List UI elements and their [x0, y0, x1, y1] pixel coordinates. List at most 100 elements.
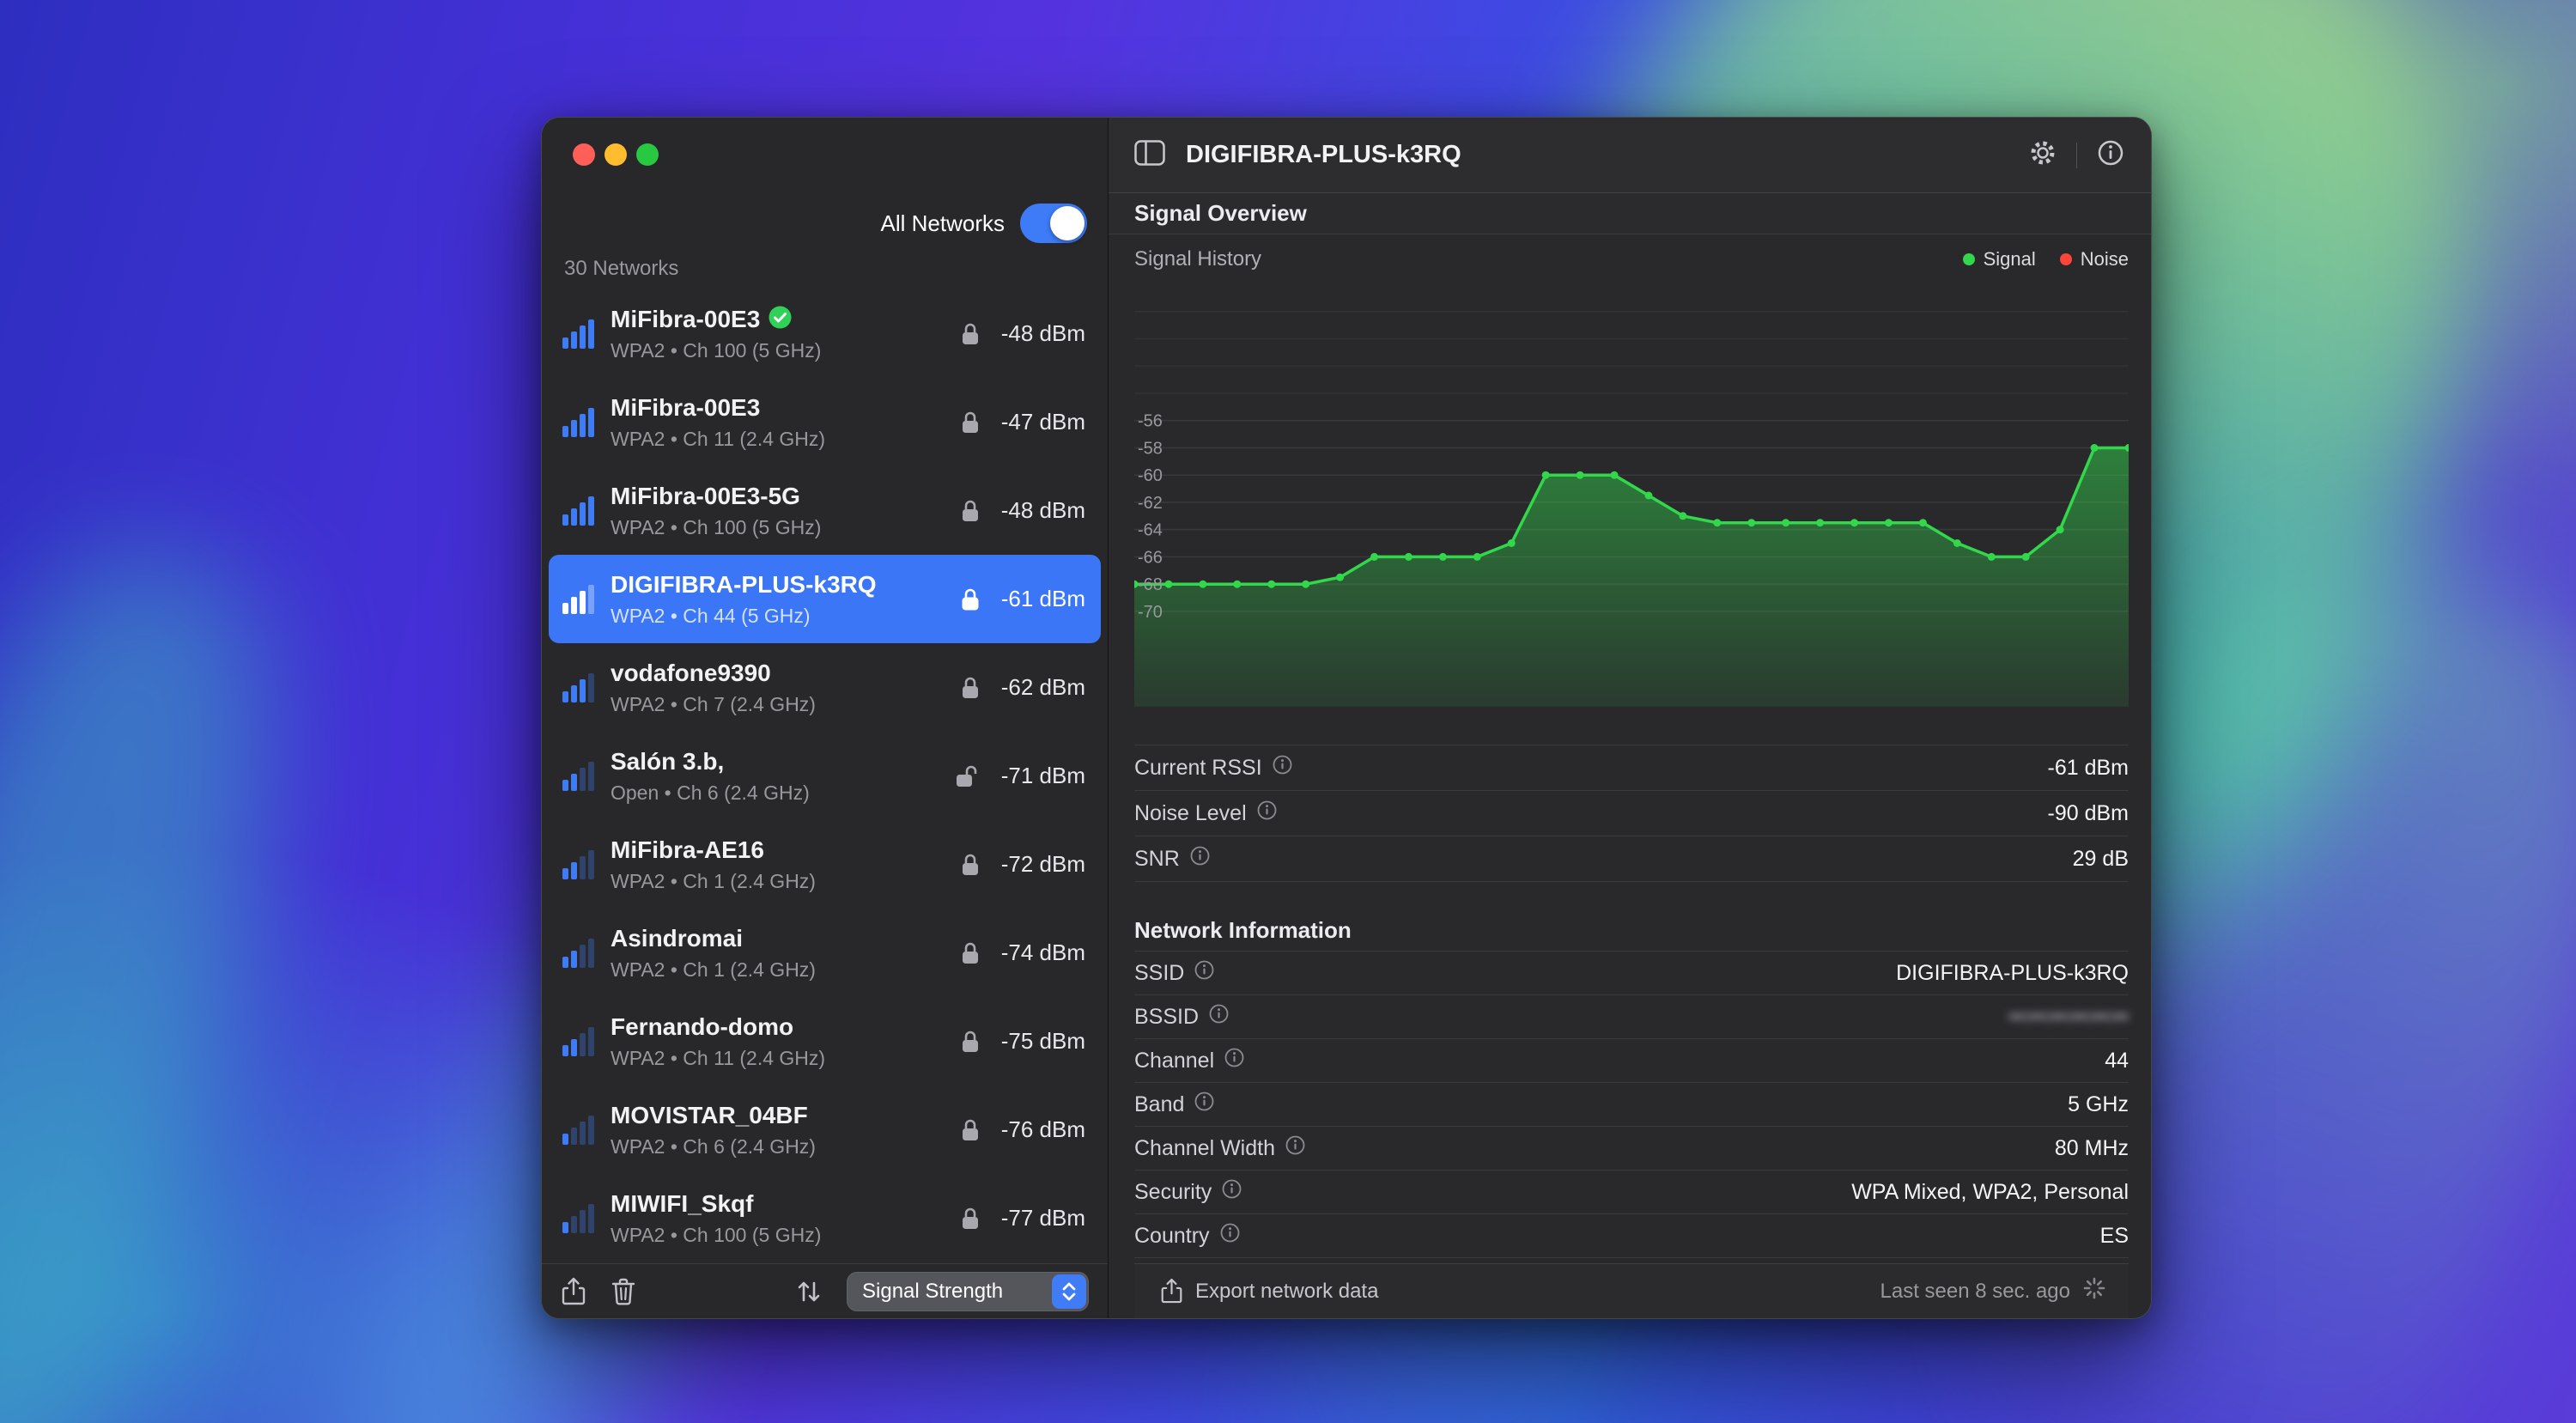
network-details: WPA2 • Ch 100 (5 GHz) [611, 516, 821, 539]
row-value: WPA Mixed, WPA2, Personal [1851, 1180, 2129, 1205]
row-label: Channel [1134, 1049, 1214, 1073]
settings-gear-icon[interactable] [2028, 138, 2057, 172]
row-label: Country [1134, 1224, 1210, 1249]
toggle-knob [1050, 206, 1084, 240]
connected-check-icon [769, 306, 792, 333]
network-details: WPA2 • Ch 1 (2.4 GHz) [611, 870, 816, 893]
data-row: Noise Level -90 dBm [1134, 791, 2129, 836]
svg-text:-64: -64 [1138, 521, 1163, 540]
info-icon[interactable] [1285, 1135, 1305, 1161]
row-label: Current RSSI [1134, 756, 1262, 781]
signal-strength-icon [562, 1116, 597, 1145]
network-rssi: -76 dBm [993, 1116, 1085, 1143]
lock-icon [960, 852, 981, 878]
sort-direction-icon[interactable] [795, 1279, 823, 1304]
lock-icon [960, 410, 981, 435]
lock-icon [960, 1117, 981, 1143]
network-rssi: -47 dBm [993, 409, 1085, 435]
network-list-item[interactable]: DIGIFIBRA-PLUS-k3RQ WPA2 • Ch 44 (5 GHz)… [549, 555, 1101, 643]
network-name: Fernando-domo [611, 1013, 793, 1041]
network-rssi: -62 dBm [993, 674, 1085, 701]
sidebar-toggle-icon[interactable] [1134, 140, 1165, 170]
lock-icon [960, 587, 981, 612]
network-list-item[interactable]: MiFibra-00E3 WPA2 • Ch 11 (2.4 GHz) -47 … [549, 378, 1101, 466]
svg-text:-70: -70 [1138, 603, 1163, 622]
row-label: BSSID [1134, 1005, 1199, 1030]
row-value: -61 dBm [2048, 756, 2129, 781]
info-icon[interactable] [1194, 960, 1214, 986]
network-list-item[interactable]: vodafone9390 WPA2 • Ch 7 (2.4 GHz) -62 d… [549, 643, 1101, 732]
svg-text:-62: -62 [1138, 494, 1163, 513]
lock-icon [960, 498, 981, 524]
info-icon[interactable] [1257, 800, 1277, 826]
network-info-list: SSID DIGIFIBRA-PLUS-k3RQ BSSID ••:••:••:… [1134, 951, 2129, 1258]
network-name: Salón 3.b, [611, 748, 724, 775]
window-controls [573, 143, 659, 166]
info-icon[interactable] [1222, 1179, 1242, 1205]
svg-text:-56: -56 [1138, 412, 1163, 431]
network-list-item[interactable]: Fernando-domo WPA2 • Ch 11 (2.4 GHz) -75… [549, 997, 1101, 1085]
info-icon[interactable] [1190, 846, 1210, 872]
info-icon[interactable] [1209, 1004, 1229, 1030]
delete-button[interactable] [611, 1277, 636, 1306]
row-value: 29 dB [2073, 847, 2129, 872]
network-list-item[interactable]: MOVISTAR_04BF WPA2 • Ch 6 (2.4 GHz) -76 … [549, 1085, 1101, 1174]
network-name: MIWIFI_Skqf [611, 1190, 753, 1218]
network-rssi: -72 dBm [993, 851, 1085, 878]
row-label: Noise Level [1134, 801, 1247, 826]
data-row: Channel 44 [1134, 1039, 2129, 1083]
network-rssi: -61 dBm [993, 586, 1085, 612]
sort-dropdown[interactable]: Signal Strength [847, 1272, 1089, 1311]
row-label: Channel Width [1134, 1136, 1275, 1161]
row-value: ES [2100, 1224, 2129, 1249]
network-list-item[interactable]: MiFibra-00E3-5G WPA2 • Ch 100 (5 GHz) -4… [549, 466, 1101, 555]
row-label: Band [1134, 1092, 1184, 1117]
minimize-button[interactable] [605, 143, 627, 166]
network-count: 30 Networks [564, 257, 678, 281]
data-row: BSSID ••:••:••:••:••:•• [1134, 995, 2129, 1039]
signal-strength-icon [562, 850, 597, 879]
lock-open-icon [955, 763, 981, 789]
signal-strength-icon [562, 673, 597, 702]
legend-noise-dot [2060, 253, 2072, 265]
all-networks-toggle[interactable] [1020, 204, 1087, 243]
info-icon[interactable] [1273, 755, 1292, 781]
wifi-scanner-window: All Networks 30 Networks MiFibra-00E3 WP… [541, 117, 2152, 1319]
network-list-item[interactable]: MiFibra-AE16 WPA2 • Ch 1 (2.4 GHz) -72 d… [549, 820, 1101, 909]
section-signal-overview: Signal Overview [1109, 193, 2151, 234]
network-details: Open • Ch 6 (2.4 GHz) [611, 781, 810, 805]
zoom-button[interactable] [636, 143, 659, 166]
lock-icon [960, 940, 981, 966]
network-list-item[interactable]: Asindromai WPA2 • Ch 1 (2.4 GHz) -74 dBm [549, 909, 1101, 997]
network-details: WPA2 • Ch 44 (5 GHz) [611, 605, 877, 628]
detail-footer: Export network data Last seen 8 sec. ago [1134, 1263, 2129, 1318]
signal-strength-icon [562, 1204, 597, 1233]
info-circle-icon[interactable] [2096, 138, 2125, 172]
svg-text:-58: -58 [1138, 439, 1163, 458]
header-separator [2076, 143, 2077, 168]
info-icon[interactable] [1224, 1048, 1244, 1073]
row-label: SNR [1134, 847, 1180, 872]
network-list-item[interactable]: MiFibra-00E3 WPA2 • Ch 100 (5 GHz) -48 d… [549, 289, 1101, 378]
network-list-item[interactable]: Salón 3.b, Open • Ch 6 (2.4 GHz) -71 dBm [549, 732, 1101, 820]
info-icon[interactable] [1220, 1223, 1240, 1249]
network-details: WPA2 • Ch 7 (2.4 GHz) [611, 693, 816, 716]
row-value: 80 MHz [2055, 1136, 2129, 1161]
close-button[interactable] [573, 143, 595, 166]
legend-signal-dot [1963, 253, 1975, 265]
data-row: Country ES [1134, 1214, 2129, 1258]
share-button[interactable] [561, 1277, 586, 1306]
info-icon[interactable] [1194, 1092, 1214, 1117]
row-value: DIGIFIBRA-PLUS-k3RQ [1896, 961, 2129, 986]
network-details: WPA2 • Ch 11 (2.4 GHz) [611, 1047, 825, 1070]
sort-dropdown-value: Signal Strength [847, 1280, 1052, 1304]
signal-strength-icon [562, 585, 597, 614]
network-list-item[interactable]: MIWIFI_Skqf WPA2 • Ch 100 (5 GHz) -77 dB… [549, 1174, 1101, 1262]
network-rssi: -75 dBm [993, 1028, 1085, 1055]
export-network-data-button[interactable]: Export network data [1160, 1278, 1378, 1304]
signal-strength-icon [562, 762, 597, 791]
section-network-information: Network Information [1134, 909, 2129, 951]
chart-area: -56-58-60-62-64-66-68-70 [1134, 284, 2129, 707]
data-row: Channel Width 80 MHz [1134, 1127, 2129, 1171]
sidebar-toolbar: Signal Strength [542, 1263, 1108, 1318]
